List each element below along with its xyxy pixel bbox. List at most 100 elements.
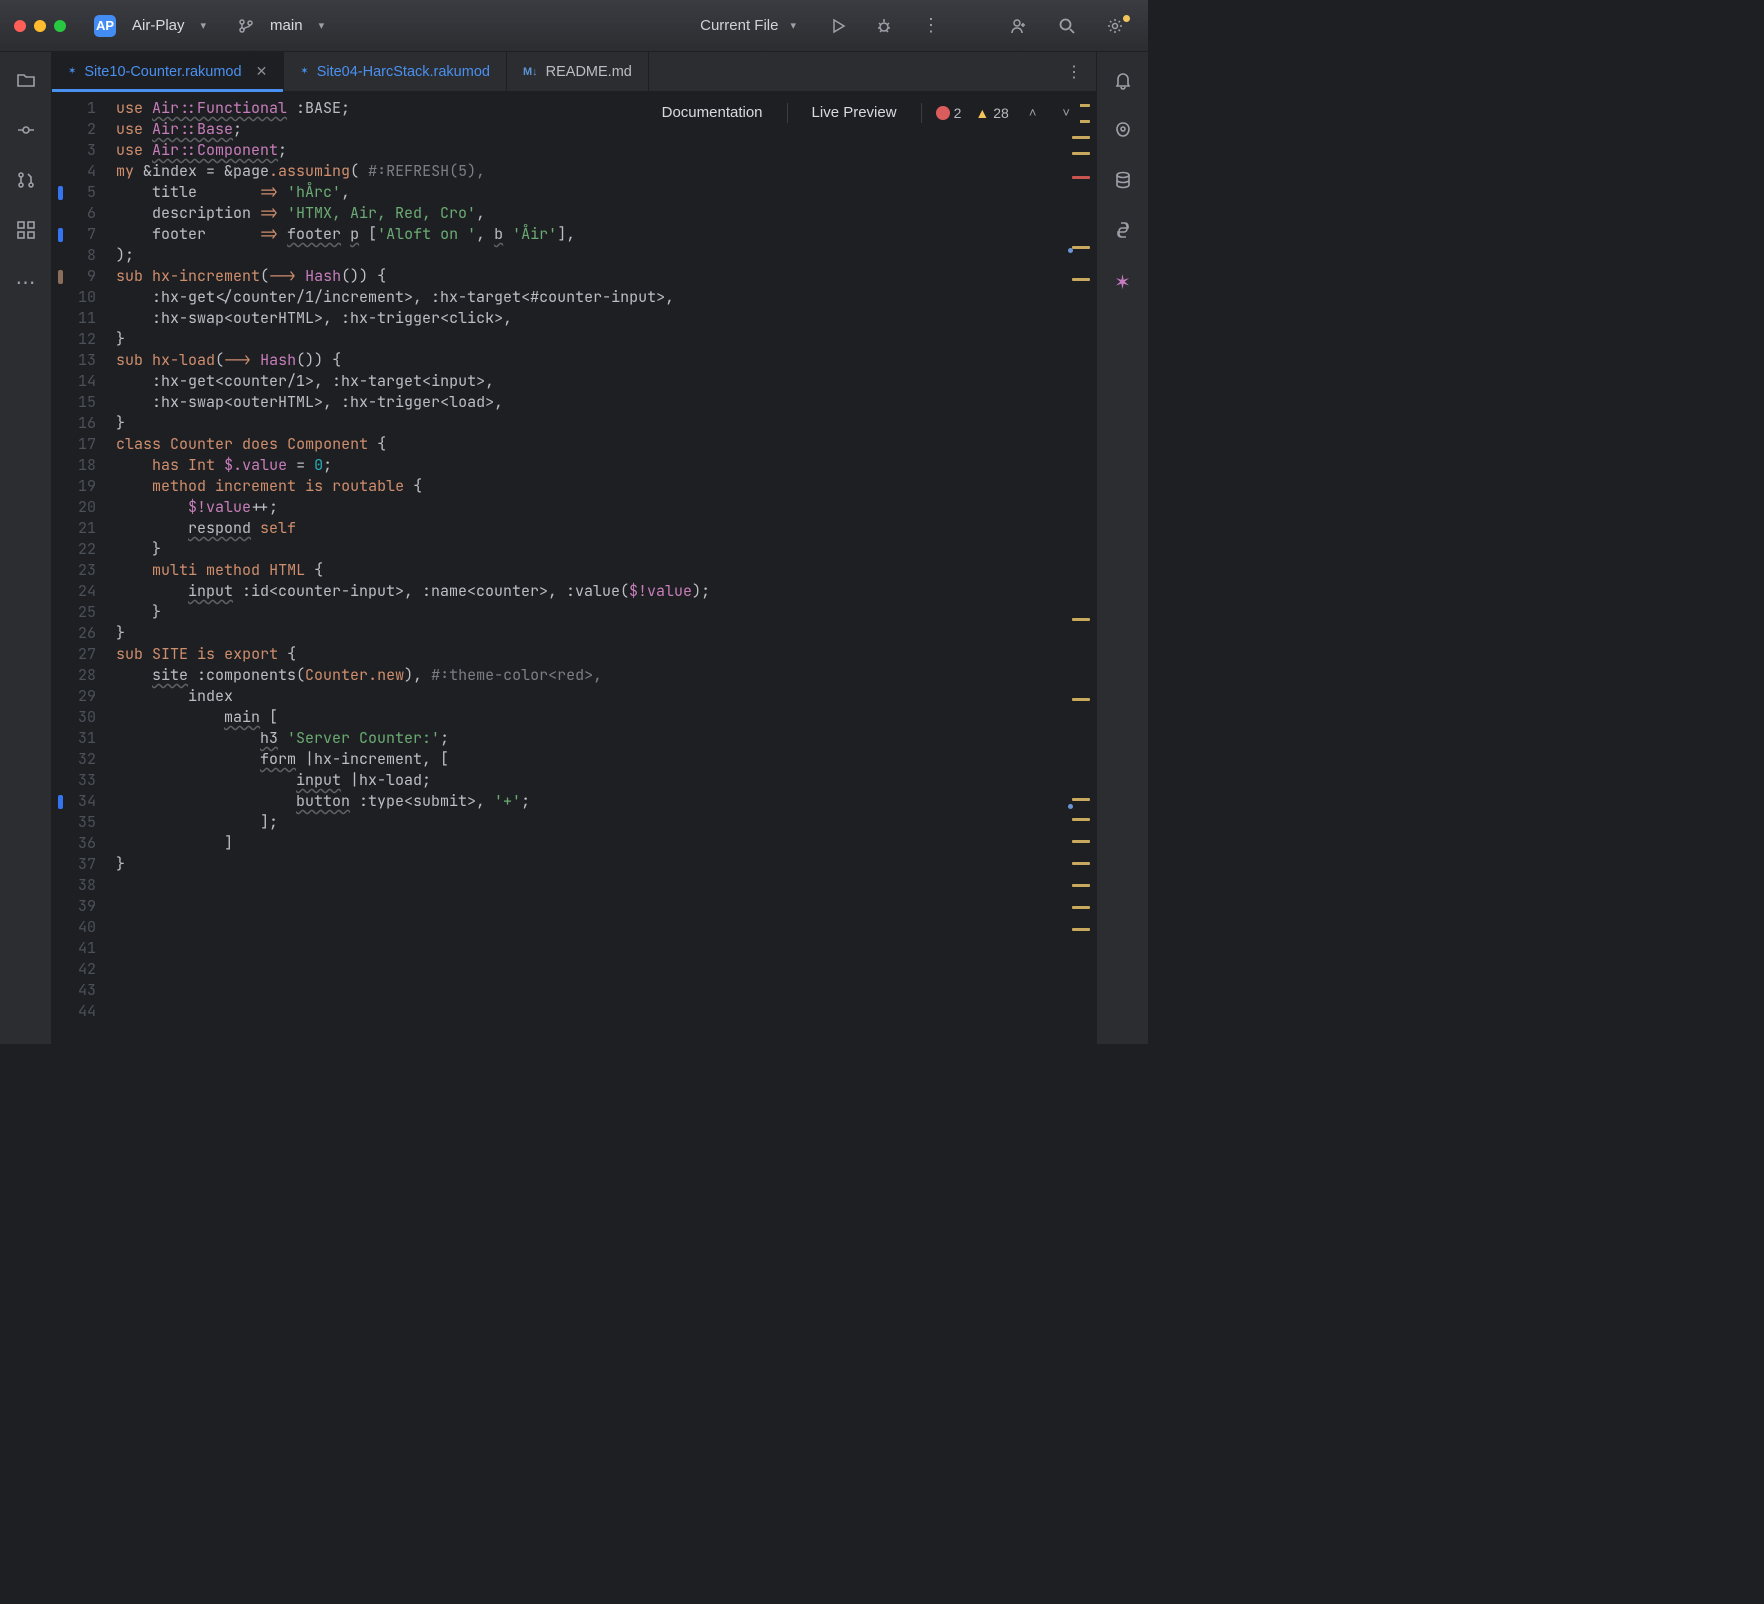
project-name[interactable]: Air-Play bbox=[132, 17, 185, 34]
pull-requests-icon[interactable] bbox=[10, 164, 42, 196]
line-number[interactable]: 35 bbox=[52, 812, 102, 833]
line-number[interactable]: 37 bbox=[52, 854, 102, 875]
code-line[interactable]: ); bbox=[116, 245, 710, 266]
line-number[interactable]: 32 bbox=[52, 749, 102, 770]
line-number[interactable]: 44 bbox=[52, 1001, 102, 1022]
error-stripe-mark[interactable] bbox=[1072, 840, 1090, 843]
branch-icon[interactable] bbox=[238, 18, 254, 34]
line-number[interactable]: 19 bbox=[52, 476, 102, 497]
line-number[interactable]: 18 bbox=[52, 455, 102, 476]
code-line[interactable]: use Air::Base; bbox=[116, 119, 710, 140]
error-stripe-mark[interactable] bbox=[1072, 152, 1090, 155]
butterfly-icon[interactable]: ✶ bbox=[1108, 264, 1137, 301]
code-line[interactable]: sub hx-increment(--> Hash()) { bbox=[116, 266, 710, 287]
line-number[interactable]: 25 bbox=[52, 602, 102, 623]
tab-site04-harcstack[interactable]: ✶ Site04-HarcStack.rakumod bbox=[284, 52, 507, 91]
error-stripe-mark[interactable] bbox=[1068, 248, 1073, 253]
line-number[interactable]: 43 bbox=[52, 980, 102, 1001]
code-with-me-icon[interactable] bbox=[1000, 13, 1038, 39]
line-number[interactable]: 12 bbox=[52, 329, 102, 350]
code-line[interactable]: multi method HTML { bbox=[116, 560, 710, 581]
project-icon[interactable] bbox=[10, 64, 42, 96]
structure-icon[interactable] bbox=[10, 214, 42, 246]
error-stripe-mark[interactable] bbox=[1072, 278, 1090, 281]
run-icon[interactable] bbox=[820, 14, 856, 38]
error-stripe-mark[interactable] bbox=[1072, 798, 1090, 801]
code-line[interactable]: } bbox=[116, 854, 710, 875]
debug-icon[interactable] bbox=[866, 14, 902, 38]
code-line[interactable]: title => 'hÅrc', bbox=[116, 182, 710, 203]
code-line[interactable]: h3 'Server Counter:'; bbox=[116, 728, 710, 749]
code-line[interactable]: sub SITE is export { bbox=[116, 644, 710, 665]
python-console-icon[interactable] bbox=[1107, 214, 1139, 246]
code-line[interactable]: index bbox=[116, 686, 710, 707]
line-number[interactable]: 17 bbox=[52, 434, 102, 455]
code-line[interactable]: input |hx-load; bbox=[116, 770, 710, 791]
line-number[interactable]: 20 bbox=[52, 497, 102, 518]
code-line[interactable]: button :type<submit>, '+'; bbox=[116, 791, 710, 812]
code-line[interactable]: main [ bbox=[116, 707, 710, 728]
error-stripe-mark[interactable] bbox=[1072, 884, 1090, 887]
line-number[interactable]: 38 bbox=[52, 875, 102, 896]
line-number[interactable]: 4 bbox=[52, 161, 102, 182]
code-line[interactable]: } bbox=[116, 329, 710, 350]
code-line[interactable]: class Counter does Component { bbox=[116, 434, 710, 455]
branch-name[interactable]: main bbox=[270, 17, 303, 34]
code-line[interactable]: sub hx-load(--> Hash()) { bbox=[116, 350, 710, 371]
code-line[interactable]: ]; bbox=[116, 812, 710, 833]
line-number[interactable]: 41 bbox=[52, 938, 102, 959]
database-icon[interactable] bbox=[1107, 164, 1139, 196]
error-stripe-mark[interactable] bbox=[1072, 928, 1090, 931]
line-number[interactable]: 21 bbox=[52, 518, 102, 539]
line-number[interactable]: 23 bbox=[52, 560, 102, 581]
line-number[interactable]: 11 bbox=[52, 308, 102, 329]
line-number[interactable]: 28 bbox=[52, 665, 102, 686]
project-badge[interactable]: AP bbox=[94, 15, 116, 37]
code-line[interactable]: footer => footer p ['Aloft on ', b 'Åir'… bbox=[116, 224, 710, 245]
code-line[interactable]: form |hx-increment, [ bbox=[116, 749, 710, 770]
settings-icon[interactable] bbox=[1096, 13, 1134, 39]
line-number[interactable]: 2 bbox=[52, 119, 102, 140]
code-line[interactable]: $!value++; bbox=[116, 497, 710, 518]
notifications-icon[interactable] bbox=[1107, 64, 1139, 96]
code-line[interactable]: description => 'HTMX, Air, Red, Cro', bbox=[116, 203, 710, 224]
line-number[interactable]: 10 bbox=[52, 287, 102, 308]
line-number[interactable]: 6 bbox=[52, 203, 102, 224]
line-number[interactable]: 26 bbox=[52, 623, 102, 644]
error-stripe-mark[interactable] bbox=[1072, 862, 1090, 865]
code-line[interactable]: site :components(Counter.new), #:theme-c… bbox=[116, 665, 710, 686]
line-number[interactable]: 1 bbox=[52, 98, 102, 119]
error-stripe-mark[interactable] bbox=[1072, 618, 1090, 621]
code-line[interactable]: :hx-get<counter/1>, :hx-target<input>, bbox=[116, 371, 710, 392]
code-line[interactable]: method increment is routable { bbox=[116, 476, 710, 497]
close-tab-icon[interactable]: ✕ bbox=[256, 63, 268, 80]
line-number[interactable]: 40 bbox=[52, 917, 102, 938]
live-preview-link[interactable]: Live Preview bbox=[802, 102, 907, 123]
code-line[interactable]: has Int $.value = 0; bbox=[116, 455, 710, 476]
line-number[interactable]: 15 bbox=[52, 392, 102, 413]
maximize-icon[interactable] bbox=[54, 20, 66, 32]
commit-icon[interactable] bbox=[10, 114, 42, 146]
line-number[interactable]: 36 bbox=[52, 833, 102, 854]
line-number[interactable]: 13 bbox=[52, 350, 102, 371]
tab-site10-counter[interactable]: ✶ Site10-Counter.rakumod ✕ bbox=[52, 52, 284, 91]
code-line[interactable]: ] bbox=[116, 833, 710, 854]
code-line[interactable]: :hx-get</counter/1/increment>, :hx-targe… bbox=[116, 287, 710, 308]
line-number[interactable]: 42 bbox=[52, 959, 102, 980]
more-tools-icon[interactable]: ⋯ bbox=[10, 264, 42, 301]
code-line[interactable]: input :id<counter-input>, :name<counter>… bbox=[116, 581, 710, 602]
line-number[interactable]: 29 bbox=[52, 686, 102, 707]
error-stripe-mark[interactable] bbox=[1072, 176, 1090, 179]
error-stripe[interactable] bbox=[1062, 98, 1096, 1044]
warning-count[interactable]: ▲ 28 bbox=[975, 105, 1008, 121]
gutter[interactable]: 1234567891011121314151617181920212223242… bbox=[52, 98, 114, 1022]
code-editor[interactable]: 1234567891011121314151617181920212223242… bbox=[52, 92, 1096, 1022]
minimize-icon[interactable] bbox=[34, 20, 46, 32]
error-stripe-mark[interactable] bbox=[1072, 136, 1090, 139]
line-number[interactable]: 16 bbox=[52, 413, 102, 434]
tab-readme[interactable]: M↓ README.md bbox=[507, 52, 649, 91]
line-number[interactable]: 31 bbox=[52, 728, 102, 749]
close-icon[interactable] bbox=[14, 20, 26, 32]
run-config-selector[interactable]: Current File ▾ bbox=[692, 13, 810, 38]
line-number[interactable]: 24 bbox=[52, 581, 102, 602]
